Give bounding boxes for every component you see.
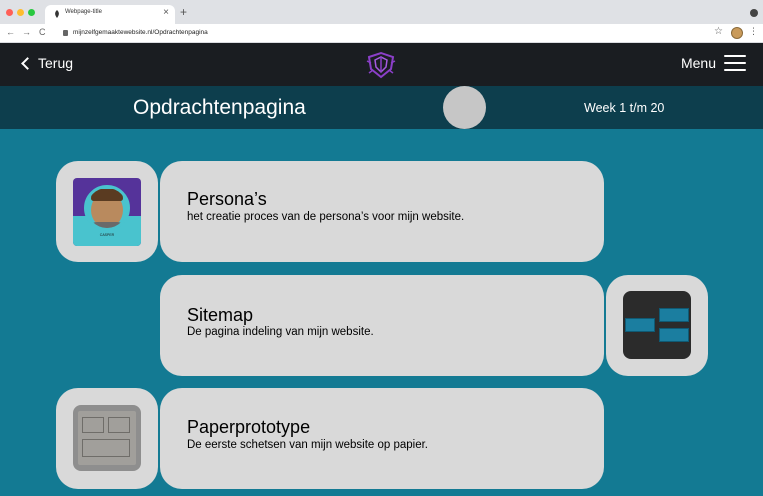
menu-label: Menu <box>680 55 716 71</box>
favicon-icon <box>55 10 59 18</box>
card-title: Paperprototype <box>187 417 311 437</box>
sitemap-node <box>659 328 689 342</box>
profile-circle <box>443 86 486 129</box>
card-title: Persona’s <box>187 189 267 209</box>
tab-close-icon[interactable]: × <box>163 7 169 18</box>
tab-title: Webpage-title <box>65 9 102 15</box>
lock-icon[interactable] <box>63 30 68 36</box>
hamburger-icon <box>724 55 746 71</box>
browser-tab[interactable]: Webpage-title × <box>45 5 175 24</box>
profile-avatar[interactable] <box>731 27 743 39</box>
browser-reload-button[interactable]: C <box>39 27 46 37</box>
card-description: het creatie proces van de persona’s voor… <box>187 211 465 223</box>
browser-tabstrip: Webpage-title × + <box>0 0 763 24</box>
sitemap-image <box>623 291 691 359</box>
url-input[interactable]: mijnzelfgemaaktewebsite.nl/Opdrachtenpag… <box>73 29 208 36</box>
browser-back-button[interactable]: ← <box>6 27 15 37</box>
back-label: Terug <box>38 55 74 71</box>
page-title: Opdrachtenpagina <box>133 96 306 119</box>
sitemap-node <box>625 318 655 332</box>
persona-thumbnail-card[interactable]: CASPER <box>56 161 158 262</box>
sitemap-thumbnail-card[interactable] <box>606 275 708 376</box>
chevron-left-icon <box>21 56 34 70</box>
persona-card[interactable]: Persona’s het creatie proces van de pers… <box>160 161 604 262</box>
paperprototype-thumbnail-card[interactable] <box>56 388 158 489</box>
minimize-window-button[interactable] <box>17 9 24 16</box>
bookmark-star-icon[interactable]: ☆ <box>714 26 723 37</box>
site-header: Terug Menu <box>0 43 763 86</box>
week-range: Week 1 t/m 20 <box>584 101 665 115</box>
sitemap-node <box>659 308 689 322</box>
persona-image-label: CASPER <box>99 233 115 237</box>
card-description: De eerste schetsen van mijn website op p… <box>187 439 428 451</box>
title-bar: Opdrachtenpagina Week 1 t/m 20 <box>0 86 763 129</box>
sitemap-card[interactable]: Sitemap De pagina indeling van mijn webs… <box>160 275 604 376</box>
close-window-button[interactable] <box>6 9 13 16</box>
browser-forward-button[interactable]: → <box>22 27 31 37</box>
browser-extension-icon[interactable] <box>750 9 758 17</box>
menu-button[interactable]: Menu <box>681 55 746 71</box>
card-description: De pagina indeling van mijn website. <box>187 326 374 338</box>
back-button[interactable]: Terug <box>20 55 73 71</box>
logo-icon[interactable] <box>365 51 397 79</box>
browser-menu-icon[interactable]: ⋮ <box>749 26 758 37</box>
card-title: Sitemap <box>187 305 254 325</box>
maximize-window-button[interactable] <box>28 9 35 16</box>
new-tab-button[interactable]: + <box>180 5 187 19</box>
paperprototype-image <box>73 405 141 471</box>
persona-avatar <box>84 185 130 231</box>
paperprototype-card[interactable]: Paperprototype De eerste schetsen van mi… <box>160 388 604 489</box>
address-bar: ← → C mijnzelfgemaaktewebsite.nl/Opdrach… <box>0 24 763 43</box>
persona-image: CASPER <box>73 178 141 246</box>
